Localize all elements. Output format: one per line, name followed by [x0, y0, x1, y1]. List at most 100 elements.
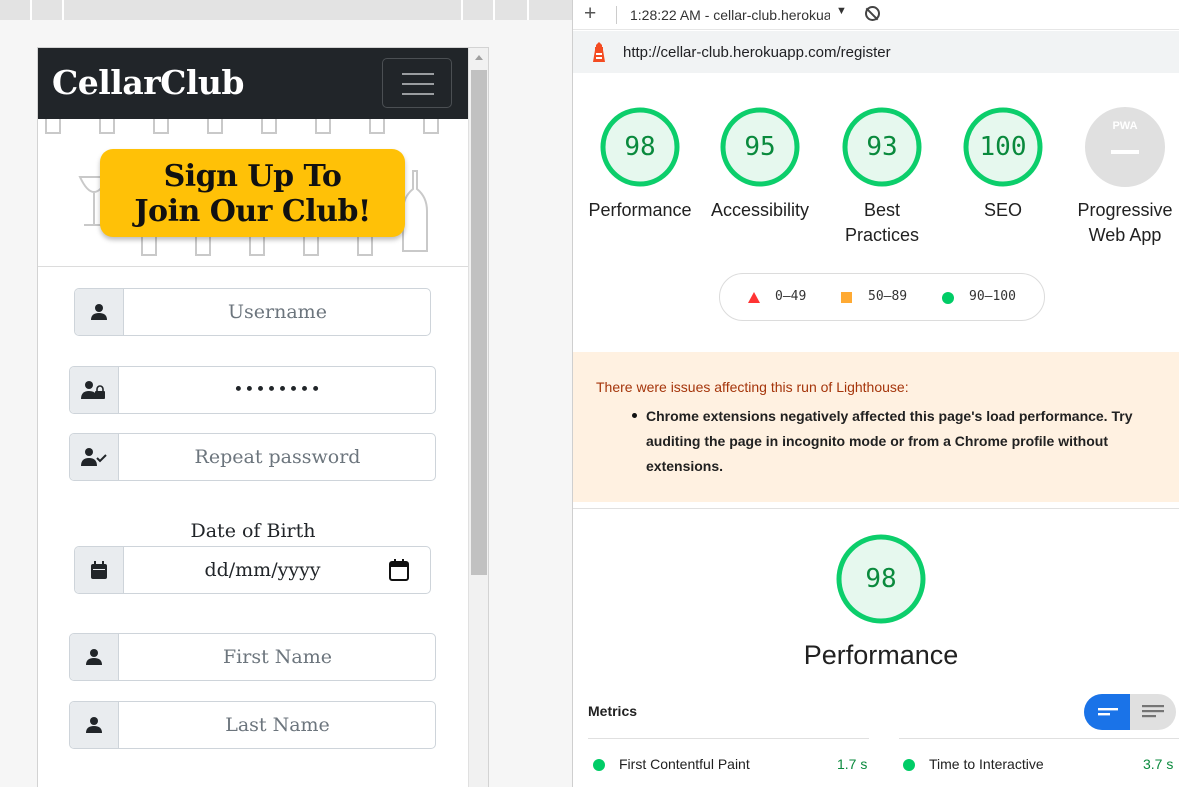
brand-logo[interactable]: CellarClub: [52, 63, 244, 102]
scrollbar-thumb[interactable]: [471, 70, 487, 575]
expanded-list-icon: [1142, 705, 1164, 718]
password-input-group: ••••••••: [69, 366, 436, 414]
metric-value: 1.7 s: [837, 756, 868, 772]
report-session-select[interactable]: 1:28:22 AM - cellar-club.herokuapp.com: [630, 7, 830, 23]
last-name-input[interactable]: Last Name: [120, 702, 435, 748]
navbar-toggler-button[interactable]: [382, 58, 452, 108]
compact-list-icon: [1098, 708, 1118, 716]
repeat-password-input[interactable]: Repeat password: [120, 434, 435, 480]
metric-name: First Contentful Paint: [619, 756, 750, 772]
username-input-group: Username: [74, 288, 431, 336]
score-value: 100: [979, 132, 1027, 162]
report-url-bar: http://cellar-club.herokuapp.com/registe…: [573, 31, 1179, 73]
gauge-best-practices[interactable]: 93 Best Practices: [822, 106, 942, 248]
repeat-password-input-group: Repeat password: [69, 433, 436, 481]
compact-view-button[interactable]: [1084, 694, 1130, 730]
pass-circle-icon: [942, 292, 954, 304]
new-report-plus-icon[interactable]: +: [584, 2, 596, 26]
pwa-badge: PWA: [1084, 106, 1166, 188]
performance-score: 98: [865, 564, 897, 594]
metric-divider: [588, 738, 869, 739]
score-ring: 98: [599, 106, 681, 188]
signup-heading-line1: Sign Up To: [163, 159, 342, 194]
dob-input-group: dd/mm/yyyy: [74, 546, 431, 594]
score-scale-legend: 0–49 50–89 90–100: [719, 273, 1045, 321]
score-label: Performance: [588, 200, 692, 220]
score-label: Accessibility: [710, 200, 810, 220]
section-divider: [573, 508, 1179, 509]
signup-heading-badge: Sign Up To Join Our Club!: [100, 149, 405, 237]
toolbar-divider: [461, 0, 463, 20]
score-label: SEO: [983, 200, 1022, 220]
password-input[interactable]: ••••••••: [120, 367, 435, 413]
fail-triangle-icon: [748, 292, 760, 303]
last-name-input-group: Last Name: [69, 701, 436, 749]
score-value: 95: [744, 132, 776, 162]
legend-range-pass: 90–100: [969, 289, 1016, 304]
average-square-icon: [841, 292, 852, 303]
user-check-icon: [70, 434, 119, 480]
score-label: Best Practices: [844, 200, 920, 245]
first-name-input[interactable]: First Name: [120, 634, 435, 680]
report-url: http://cellar-club.herokuapp.com/registe…: [623, 44, 891, 61]
metric-value: 3.7 s: [1143, 756, 1174, 772]
site-navbar: CellarClub: [38, 48, 468, 119]
pass-circle-icon: [903, 759, 915, 771]
calendar-picker-icon[interactable]: [389, 559, 409, 586]
metrics-view-toggle[interactable]: [1084, 694, 1176, 730]
scroll-up-arrow-icon[interactable]: [475, 55, 483, 60]
warning-title: There were issues affecting this run of …: [596, 379, 909, 395]
performance-gauge-large: 98: [835, 533, 927, 625]
run-warnings-box: There were issues affecting this run of …: [573, 352, 1179, 502]
lighthouse-icon: [593, 42, 605, 62]
username-input[interactable]: Username: [125, 289, 430, 335]
metric-first-contentful-paint: First Contentful Paint: [593, 756, 750, 772]
score-ring: 93: [841, 106, 923, 188]
calendar-icon: [75, 547, 124, 593]
toolbar-divider: [527, 0, 529, 20]
score-value: 93: [866, 132, 898, 162]
hamburger-icon: [402, 73, 434, 75]
clear-block-icon[interactable]: [865, 6, 880, 21]
preview-toolbar: [0, 0, 572, 20]
metric-name: Time to Interactive: [929, 756, 1044, 772]
hamburger-icon: [402, 93, 434, 95]
lighthouse-panel: + 1:28:22 AM - cellar-club.herokuapp.com…: [573, 0, 1179, 787]
gauge-pwa[interactable]: PWA Progressive Web App: [1065, 106, 1179, 248]
toolbar-divider: [30, 0, 32, 20]
mobile-preview-pane: CellarClub Sign Up To Join Our Club! Use…: [0, 0, 572, 787]
score-value: 98: [624, 132, 656, 162]
pwa-logo-icon: PWA: [1112, 120, 1138, 132]
metric-time-to-interactive: Time to Interactive: [903, 756, 1044, 772]
toolbar-separator: [616, 6, 617, 24]
gauge-seo[interactable]: 100 SEO: [943, 106, 1063, 223]
score-ring: 100: [962, 106, 1044, 188]
score-label: Progressive Web App: [1077, 200, 1173, 245]
signup-hero: Sign Up To Join Our Club!: [38, 119, 468, 267]
pass-circle-icon: [593, 759, 605, 771]
page-scrollbar[interactable]: [468, 48, 488, 787]
user-icon: [70, 634, 119, 680]
hamburger-icon: [402, 83, 434, 85]
user-icon: [75, 289, 124, 335]
first-name-input-group: First Name: [69, 633, 436, 681]
user-lock-icon: [70, 367, 119, 413]
metrics-heading: Metrics: [588, 703, 638, 719]
dropdown-caret-icon[interactable]: ▼: [836, 5, 847, 17]
lighthouse-toolbar: + 1:28:22 AM - cellar-club.herokuapp.com…: [573, 0, 1179, 30]
gauge-accessibility[interactable]: 95 Accessibility: [700, 106, 820, 223]
user-icon: [70, 702, 119, 748]
signup-heading-line2: Join Our Club!: [134, 194, 371, 229]
performance-heading: Performance: [803, 640, 959, 670]
gauge-performance[interactable]: 98 Performance: [580, 106, 700, 223]
warning-item: Chrome extensions negatively affected th…: [646, 408, 1133, 474]
expanded-view-button[interactable]: [1130, 694, 1176, 730]
dob-input[interactable]: dd/mm/yyyy: [125, 547, 430, 593]
score-ring: 95: [719, 106, 801, 188]
toolbar-divider: [62, 0, 64, 20]
legend-range-average: 50–89: [868, 289, 908, 304]
metric-divider: [899, 738, 1179, 739]
date-of-birth-label: Date of Birth: [190, 520, 316, 542]
toolbar-divider: [493, 0, 495, 20]
bullet-icon: [630, 411, 642, 423]
